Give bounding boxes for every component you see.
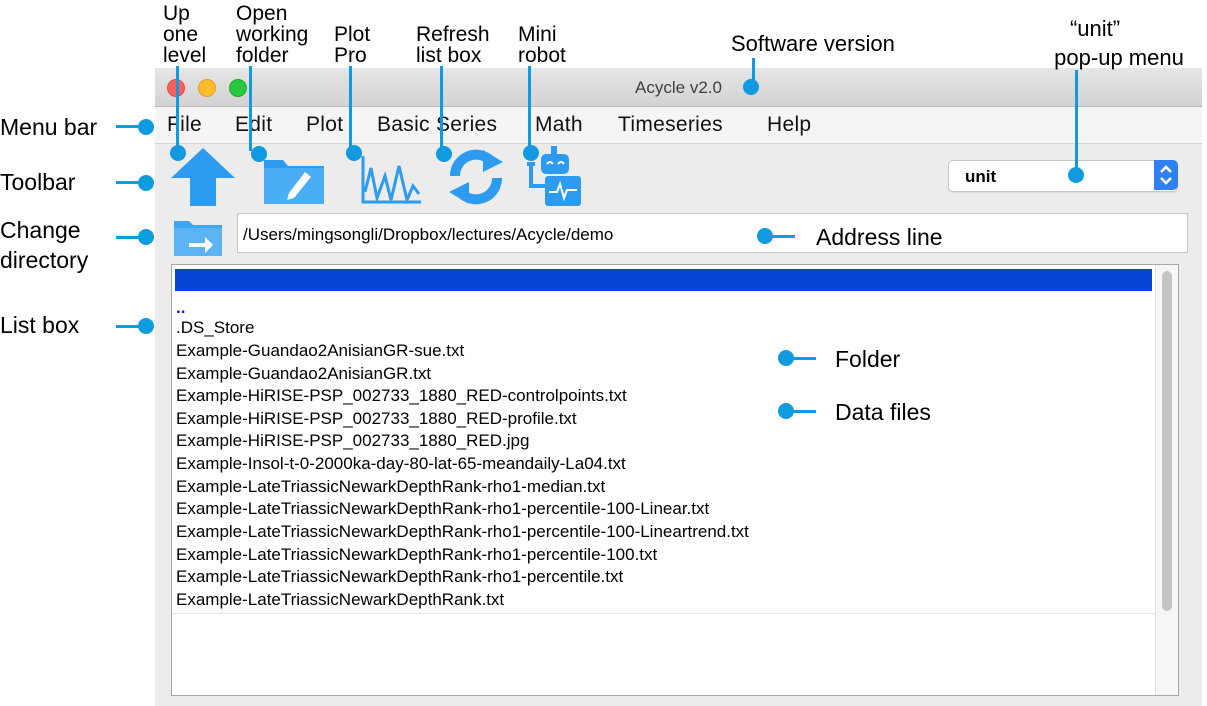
leader-dot (138, 229, 154, 245)
leader-dot (138, 318, 154, 334)
unit-select-value: unit (965, 167, 997, 186)
menu-edit[interactable]: Edit (235, 113, 272, 137)
annotation-list-box: List box (0, 312, 80, 338)
title-bar: Acycle v2.0 (155, 68, 1202, 107)
menu-file[interactable]: File (167, 113, 202, 137)
open-folder-icon (264, 160, 324, 204)
scrollbar-thumb[interactable] (1162, 271, 1172, 611)
leader-dot (138, 175, 154, 191)
leader-dot (436, 146, 452, 162)
menu-help[interactable]: Help (767, 113, 811, 137)
leader-dot (138, 119, 154, 135)
annotation-change-directory: Change directory (0, 217, 89, 273)
annotation-mini-robot: Mini robot (518, 23, 566, 67)
acycle-window: Acycle v2.0 File Edit Plot Basic Series … (155, 68, 1202, 706)
refresh-icon (449, 149, 503, 205)
leader-line (440, 66, 443, 151)
leader-line (176, 66, 179, 150)
annotation-refresh-list-box: Refresh list box (416, 23, 490, 67)
annotation-software-version: Software version (731, 31, 895, 56)
list-item[interactable]: Example-LateTriassicNewarkDepthRank-rho1… (176, 567, 623, 587)
leader-line (249, 66, 252, 151)
list-item[interactable]: Example-LateTriassicNewarkDepthRank-rho1… (176, 545, 657, 565)
list-item[interactable]: .DS_Store (176, 318, 254, 338)
address-line[interactable]: /Users/mingsongli/Dropbox/lectures/Acycl… (237, 213, 1188, 253)
refresh-list-box-button[interactable] (443, 146, 509, 208)
leader-dot (1068, 167, 1084, 183)
window-title: Acycle v2.0 (635, 78, 722, 97)
annotation-data-files: Data files (835, 399, 931, 425)
menu-timeseries[interactable]: Timeseries (618, 113, 723, 137)
list-box[interactable]: .. .DS_Store Example-Guandao2AnisianGR-s… (171, 264, 1179, 696)
change-directory-button[interactable] (173, 217, 223, 257)
leader-line (789, 410, 816, 413)
list-item[interactable]: Example-LateTriassicNewarkDepthRank-rho1… (176, 522, 749, 542)
leader-dot (743, 79, 759, 95)
select-stepper-icon (1154, 160, 1178, 190)
parent-folder-item[interactable]: .. (176, 298, 185, 318)
menu-plot[interactable]: Plot (306, 113, 343, 137)
annotation-up-one-level: Up one level (163, 2, 207, 67)
annotation-menu-bar: Menu bar (0, 114, 98, 140)
annotation-toolbar: Toolbar (0, 169, 76, 195)
annotation-plot-pro: Plot Pro (334, 23, 371, 67)
selected-row[interactable] (175, 269, 1152, 291)
leader-line (768, 235, 795, 238)
annotation-open-working-folder: Open working folder (236, 2, 309, 67)
leader-dot (346, 145, 362, 161)
leader-dot (251, 146, 267, 162)
change-directory-icon (174, 221, 222, 256)
list-item[interactable]: Example-Guandao2AnisianGR.txt (176, 364, 431, 384)
list-item[interactable]: Example-HiRISE-PSP_002733_1880_RED-contr… (176, 386, 627, 406)
list-item[interactable]: Example-LateTriassicNewarkDepthRank-rho1… (176, 477, 605, 497)
leader-dot (170, 145, 186, 161)
leader-line (528, 66, 531, 150)
list-item[interactable]: Example-LateTriassicNewarkDepthRank-rho1… (176, 499, 709, 519)
list-box-lower-area (172, 613, 1156, 695)
list-item[interactable]: Example-Guandao2AnisianGR-sue.txt (176, 341, 464, 361)
annotation-unit-menu: “unit” pop-up menu (1054, 16, 1184, 70)
leader-line (349, 66, 352, 150)
open-working-folder-button[interactable] (261, 146, 329, 208)
list-item[interactable]: Example-Insol-t-0-2000ka-day-80-lat-65-m… (176, 454, 626, 474)
plot-pro-button[interactable] (355, 146, 425, 208)
leader-line (789, 357, 816, 360)
list-scrollbar[interactable] (1155, 265, 1178, 695)
plot-pro-icon (361, 156, 421, 205)
menu-math[interactable]: Math (535, 113, 583, 137)
list-item[interactable]: Example-HiRISE-PSP_002733_1880_RED.jpg (176, 431, 529, 451)
unit-popup-menu[interactable]: unit (948, 160, 1178, 192)
menu-bar: File Edit Plot Basic Series Math Timeser… (155, 107, 1202, 144)
list-item[interactable]: Example-LateTriassicNewarkDepthRank.txt (176, 590, 504, 610)
menu-basic-series[interactable]: Basic Series (377, 113, 497, 137)
leader-dot (523, 145, 539, 161)
annotation-folder: Folder (835, 346, 901, 372)
list-item[interactable]: Example-HiRISE-PSP_002733_1880_RED-profi… (176, 409, 577, 429)
leader-line (1075, 70, 1078, 172)
annotation-address-line: Address line (816, 224, 943, 250)
